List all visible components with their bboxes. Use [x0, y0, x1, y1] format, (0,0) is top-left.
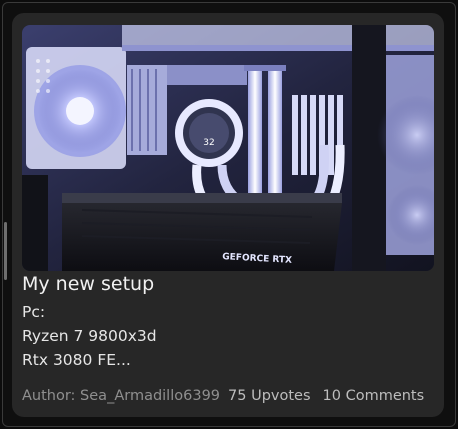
upvote-count[interactable]: 75 Upvotes	[228, 388, 311, 404]
post-author[interactable]: Author: Sea_Armadillo6399	[22, 388, 220, 404]
post-body-line: Ryzen 7 9800x3d	[22, 327, 157, 345]
post-image[interactable]: 32 GEFORCE RTX	[22, 25, 434, 271]
post-meta: Author: Sea_Armadillo6399 75 Upvotes 10 Co…	[22, 385, 424, 407]
pc-build-photo: 32 GEFORCE RTX	[22, 25, 434, 271]
post-body-line: Rtx 3080 FE...	[22, 351, 131, 369]
post-title[interactable]: My new setup	[22, 271, 154, 297]
scrollbar-thumb[interactable]	[4, 222, 7, 280]
comment-count[interactable]: 10 Comments	[323, 388, 425, 404]
post-body-line: Pc:	[22, 303, 46, 321]
pump-display-text: 32	[203, 138, 214, 148]
post-card[interactable]: 32 GEFORCE RTX My new setup Pc: Ryzen 7 …	[12, 13, 444, 417]
